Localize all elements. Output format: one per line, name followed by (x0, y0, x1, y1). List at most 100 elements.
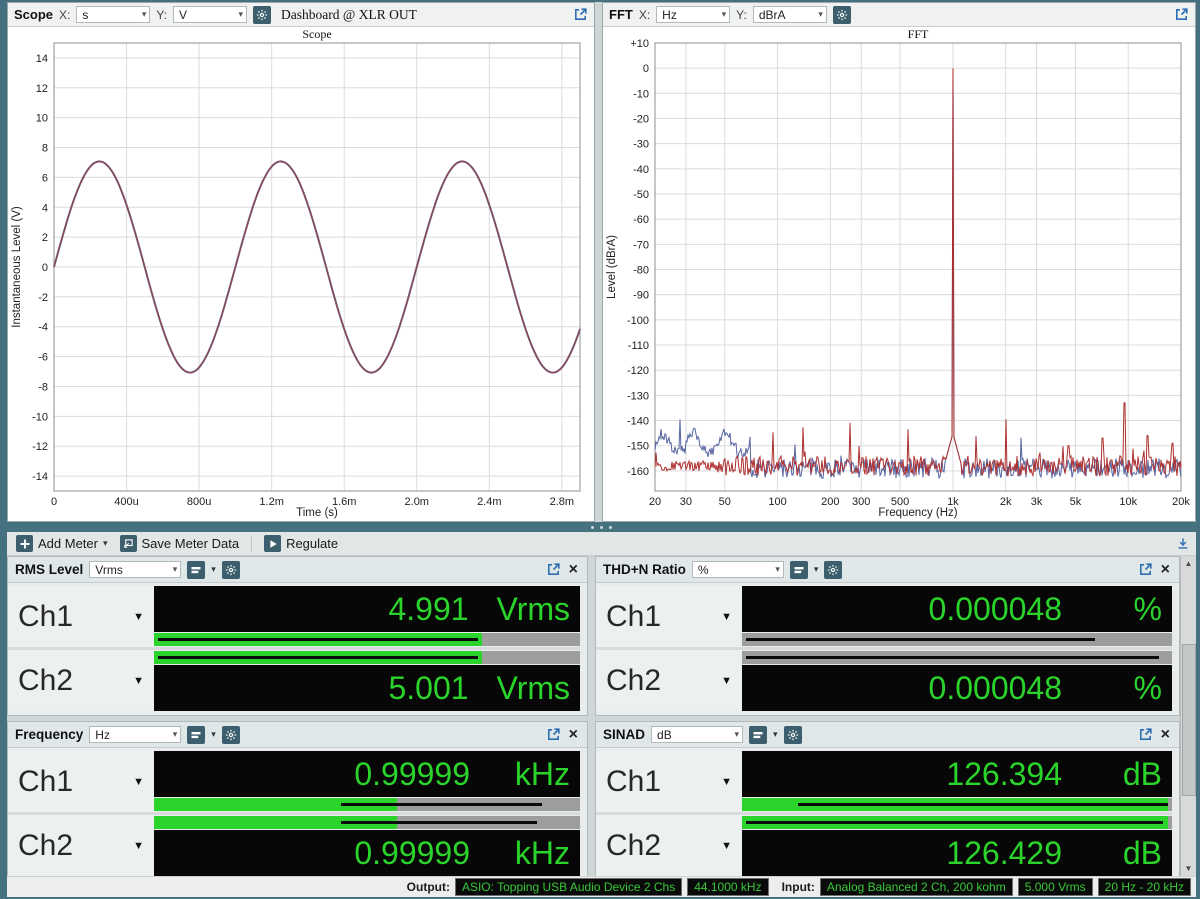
channel-selector[interactable]: Ch1 ▼ (8, 751, 154, 812)
close-icon[interactable]: × (1159, 561, 1172, 578)
scope-x-axis-select[interactable]: s ▾ (76, 6, 151, 23)
meter-display-icon[interactable] (187, 560, 206, 579)
popout-icon[interactable] (1138, 727, 1153, 742)
close-icon[interactable]: × (567, 726, 580, 743)
popout-icon[interactable] (546, 562, 561, 577)
horizontal-splitter[interactable] (7, 522, 1196, 532)
channel-selector[interactable]: Ch1 ▼ (596, 586, 742, 647)
meter-display-icon[interactable] (789, 560, 808, 579)
svg-text:-160: -160 (627, 466, 649, 478)
input-device-badge: Analog Balanced 2 Ch, 200 kohm (819, 878, 1013, 896)
level-bar (154, 816, 580, 829)
gear-icon[interactable] (832, 5, 851, 24)
fft-x-axis-select[interactable]: Hz ▾ (656, 6, 731, 23)
svg-text:0: 0 (42, 262, 48, 274)
meters-region: RMS Level Vrms ▾ ▾ × Ch1 ▼ 4.991 Vrms Ch2 ▼ 5.001 Vr… (7, 556, 1196, 876)
svg-text:2: 2 (42, 232, 48, 244)
gear-icon[interactable] (253, 5, 272, 24)
chevron-down-icon: ▾ (773, 729, 778, 739)
channel-selector[interactable]: Ch1 ▼ (596, 751, 742, 812)
gear-icon[interactable] (824, 560, 843, 579)
chevron-down-icon: ▼ (133, 775, 144, 788)
svg-text:-12: -12 (32, 441, 48, 453)
save-meter-data-button[interactable]: Save Meter Data (117, 535, 243, 552)
meter-body: Ch1 ▼ 4.991 Vrms Ch2 ▼ 5.001 Vrms (8, 583, 587, 715)
channel-selector[interactable]: Ch1 ▼ (8, 586, 154, 647)
svg-text:FFT: FFT (908, 27, 929, 41)
unit-select[interactable]: Hz ▾ (89, 726, 182, 743)
svg-text:1.2m: 1.2m (259, 496, 283, 508)
unit-select[interactable]: % ▾ (691, 561, 784, 578)
chevron-down-icon: ▾ (775, 564, 780, 574)
close-icon[interactable]: × (567, 561, 580, 578)
chevron-down-icon: ▾ (734, 729, 740, 739)
fft-plot[interactable]: 20 30 50 100 200 300 500 1k 2k 3k 5k 10k 20k-160-150… (603, 27, 1195, 521)
svg-text:3k: 3k (1031, 496, 1043, 508)
meters-scrollbar[interactable]: ▲ ▼ (1180, 556, 1196, 876)
add-meter-plus-icon (16, 535, 33, 552)
chevron-down-icon: ▼ (133, 610, 144, 623)
svg-text:4: 4 (42, 202, 48, 214)
svg-text:-30: -30 (633, 139, 649, 151)
channel-selector[interactable]: Ch2 ▼ (596, 650, 742, 711)
input-label: Input: (781, 880, 815, 894)
channel-selector[interactable]: Ch2 ▼ (8, 650, 154, 711)
svg-text:5k: 5k (1070, 496, 1082, 508)
svg-text:10k: 10k (1119, 496, 1137, 508)
svg-text:-10: -10 (32, 411, 48, 423)
chevron-down-icon: ▼ (721, 775, 732, 788)
scope-plot[interactable]: 0 400u 800u 1.2m 1.6m 2.0m 2.4m 2.8m-14-12-10-8… (8, 27, 594, 521)
chevron-down-icon: ▾ (818, 9, 823, 19)
input-level-badge: 5.000 Vrms (1017, 878, 1093, 896)
scroll-up-icon[interactable]: ▲ (1181, 556, 1196, 571)
dock-icon[interactable] (1176, 537, 1190, 551)
gear-icon[interactable] (221, 560, 240, 579)
meter-header: SINAD dB ▾ ▾ × (596, 722, 1179, 748)
svg-text:2.8m: 2.8m (550, 496, 574, 508)
meter-panel-rms-level: RMS Level Vrms ▾ ▾ × Ch1 ▼ 4.991 Vrms Ch2 ▼ 5.001 Vr… (7, 556, 588, 716)
gear-icon[interactable] (221, 725, 240, 744)
scrollbar-thumb[interactable] (1182, 644, 1196, 796)
svg-text:800u: 800u (187, 496, 211, 508)
svg-text:-14: -14 (32, 471, 48, 483)
popout-icon[interactable] (1174, 7, 1189, 22)
scope-title: Scope (14, 7, 54, 22)
output-device-badge: ASIO: Topping USB Audio Device 2 Chs (454, 878, 683, 896)
chevron-down-icon: ▾ (721, 9, 727, 19)
fft-x-label: X: (638, 7, 651, 22)
popout-icon[interactable] (573, 7, 588, 22)
popout-icon[interactable] (1138, 562, 1153, 577)
meter-display: 126.394 dB (742, 751, 1172, 797)
svg-text:-100: -100 (627, 315, 649, 327)
gear-icon[interactable] (783, 725, 802, 744)
svg-text:-8: -8 (38, 381, 48, 393)
meter-body: Ch1 ▼ 0.99999 kHz Ch2 ▼ 0.99999 kHz (8, 748, 587, 876)
channel-selector[interactable]: Ch2 ▼ (596, 815, 742, 876)
svg-text:30: 30 (680, 496, 692, 508)
scope-y-axis-select[interactable]: V ▾ (173, 6, 248, 23)
svg-text:2k: 2k (1000, 496, 1012, 508)
meter-display-icon[interactable] (749, 725, 768, 744)
meter-display: 0.99999 kHz (154, 830, 580, 876)
channel-selector[interactable]: Ch2 ▼ (8, 815, 154, 876)
meter-header: Frequency Hz ▾ ▾ × (8, 722, 587, 748)
fft-y-axis-select[interactable]: dBrA ▾ (752, 6, 827, 23)
unit-select[interactable]: dB ▾ (651, 726, 744, 743)
regulate-button[interactable]: Regulate (261, 535, 341, 552)
svg-text:6: 6 (42, 172, 48, 184)
popout-icon[interactable] (546, 727, 561, 742)
meter-display: 126.429 dB (742, 830, 1172, 876)
svg-text:-10: -10 (633, 88, 649, 100)
close-icon[interactable]: × (1159, 726, 1172, 743)
meter-display: 0.000048% (742, 586, 1172, 632)
unit-select[interactable]: Vrms ▾ (89, 561, 182, 578)
meter-display: 0.99999 kHz (154, 751, 580, 797)
fft-panel-header: FFT X: Hz ▾ Y: dBrA ▾ (603, 3, 1195, 27)
add-meter-button[interactable]: Add Meter ▾ (13, 535, 111, 552)
scope-x-label: X: (59, 7, 71, 22)
level-bar (154, 798, 580, 811)
scroll-down-icon[interactable]: ▼ (1181, 861, 1196, 876)
meter-display-icon[interactable] (187, 725, 206, 744)
chevron-down-icon: ▼ (721, 674, 732, 687)
chevron-down-icon: ▼ (133, 839, 144, 852)
